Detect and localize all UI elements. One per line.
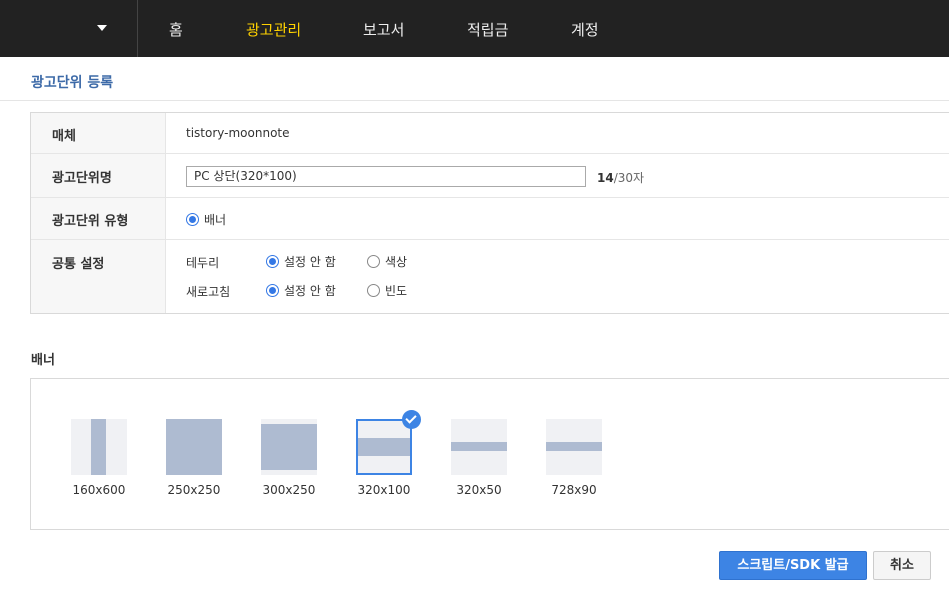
nav-item-home[interactable]: 홈	[169, 19, 183, 40]
banner-option-160x600[interactable]: 160x600	[71, 419, 127, 497]
refresh-none-radio[interactable]: 설정 안 함	[266, 282, 336, 299]
nav-item-account[interactable]: 계정	[571, 19, 599, 40]
banner-option-300x250[interactable]: 300x250	[261, 419, 317, 497]
banner-thumbnail	[166, 419, 222, 475]
banner-size-label: 320x50	[456, 483, 502, 497]
nav-item-ad-management[interactable]: 광고관리	[246, 19, 301, 40]
nav-item-reports[interactable]: 보고서	[363, 19, 404, 40]
radio-selected-icon	[186, 213, 199, 226]
char-count: 14	[597, 171, 614, 185]
banner-thumbnail	[261, 419, 317, 475]
top-nav-bar: 홈 광고관리 보고서 적립금 계정	[0, 0, 949, 57]
menu-dropdown-toggle[interactable]	[0, 0, 138, 57]
form-row-unit-type: 광고단위 유형 배너	[31, 198, 949, 240]
banner-size-label: 300x250	[262, 483, 316, 497]
banner-thumbnail	[71, 419, 127, 475]
banner-size-label: 728x90	[551, 483, 597, 497]
banner-size-label: 250x250	[167, 483, 221, 497]
border-color-radio[interactable]: 색상	[367, 253, 407, 270]
unit-name-input[interactable]: PC 상단(320*100)	[186, 166, 586, 187]
banner-size-label: 320x100	[357, 483, 411, 497]
cancel-button[interactable]: 취소	[873, 551, 931, 580]
banner-size-picker: 160x600 250x250 300x250 320x100 320x50 7…	[30, 378, 949, 530]
banner-option-320x100[interactable]: 320x100	[356, 410, 421, 497]
banner-thumbnail	[451, 419, 507, 475]
banner-thumbnail	[356, 410, 421, 475]
unit-type-banner-radio[interactable]: 배너	[186, 211, 226, 228]
banner-option-728x90[interactable]: 728x90	[546, 419, 602, 497]
banner-size-label: 160x600	[72, 483, 126, 497]
ad-unit-form: 매체 tistory-moonnote 광고단위명 PC 상단(320*100)…	[30, 112, 949, 314]
char-counter: 14/30자	[597, 169, 644, 186]
char-max: /30자	[613, 171, 645, 185]
media-label: 매체	[52, 129, 76, 144]
form-row-common-settings: 공통 설정 테두리 설정 안 함 색상 새로고침 설정 안 함 빈도	[31, 240, 949, 313]
unit-type-label: 광고단위 유형	[52, 214, 129, 229]
page-title: 광고단위 등록	[31, 75, 114, 91]
nav-item-reserves[interactable]: 적립금	[467, 19, 508, 40]
checkmark-icon	[402, 410, 421, 429]
banner-section-title: 배너	[31, 353, 55, 368]
border-label: 테두리	[186, 256, 220, 270]
refresh-label: 새로고침	[186, 285, 231, 299]
form-row-media: 매체 tistory-moonnote	[31, 113, 949, 154]
issue-script-sdk-button[interactable]: 스크립트/SDK 발급	[719, 551, 867, 580]
banner-thumbnail	[546, 419, 602, 475]
common-settings-label: 공통 설정	[52, 257, 105, 272]
radio-selected-icon	[266, 284, 279, 297]
media-value: tistory-moonnote	[186, 126, 290, 140]
banner-option-250x250[interactable]: 250x250	[166, 419, 222, 497]
radio-unselected-icon	[367, 284, 380, 297]
caret-down-icon	[97, 25, 107, 31]
banner-option-320x50[interactable]: 320x50	[451, 419, 507, 497]
radio-selected-icon	[266, 255, 279, 268]
refresh-frequency-radio[interactable]: 빈도	[367, 282, 407, 299]
border-none-radio[interactable]: 설정 안 함	[266, 253, 336, 270]
unit-name-label: 광고단위명	[52, 171, 112, 186]
title-divider	[0, 100, 949, 101]
form-row-unit-name: 광고단위명 PC 상단(320*100) 14/30자	[31, 154, 949, 198]
radio-unselected-icon	[367, 255, 380, 268]
